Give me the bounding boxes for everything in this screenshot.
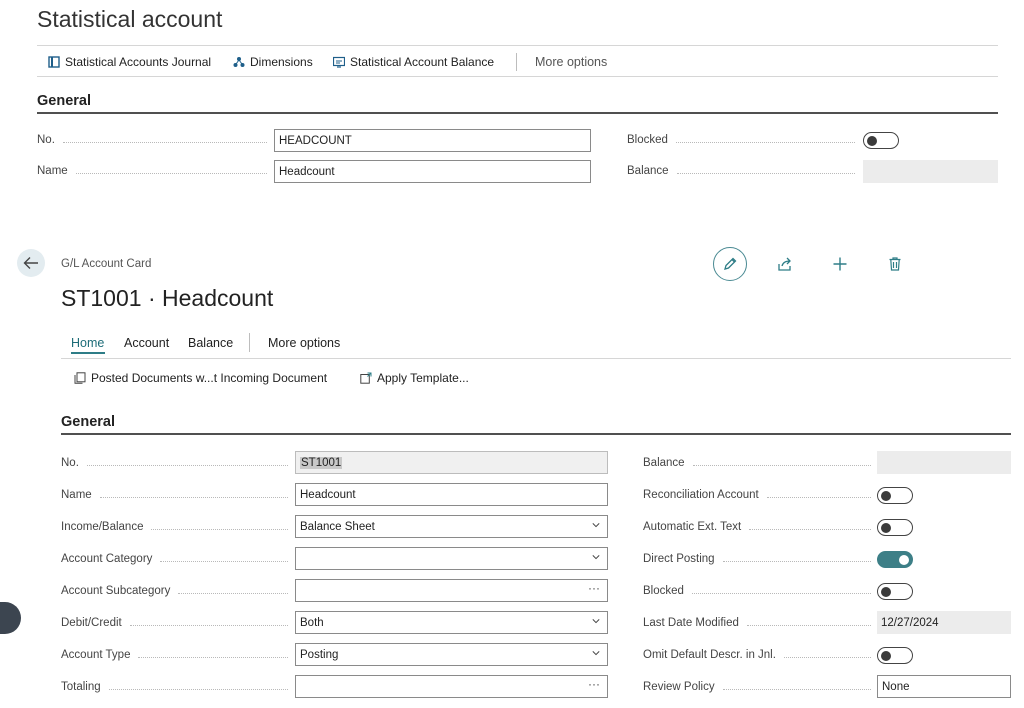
- name-label: Name: [37, 165, 267, 177]
- chevron-down-icon: [592, 651, 600, 656]
- review-policy-label: Review Policy: [643, 681, 871, 693]
- page-title: Statistical account: [37, 6, 223, 32]
- section-general: General: [37, 93, 91, 109]
- share-icon: [778, 257, 791, 271]
- balance-value: [877, 451, 1011, 474]
- dimensions-icon: [233, 57, 245, 67]
- account-subcategory-label: Account Subcategory: [61, 585, 288, 597]
- account-type-select[interactable]: Posting: [295, 643, 608, 666]
- reconciliation-account-toggle[interactable]: [877, 487, 913, 504]
- ellipsis-icon[interactable]: ···: [588, 677, 600, 691]
- card-section-general: General: [61, 414, 115, 430]
- card-more-options-button[interactable]: More options: [268, 336, 340, 350]
- section-divider: [37, 112, 998, 114]
- template-icon: [360, 372, 372, 384]
- income-balance-select[interactable]: Balance Sheet: [295, 515, 608, 538]
- divider: [61, 358, 1011, 359]
- tab-home[interactable]: Home: [71, 336, 104, 350]
- chevron-down-icon: [592, 555, 600, 560]
- totaling-label: Totaling: [61, 681, 288, 693]
- posted-documents-action[interactable]: Posted Documents w...t Incoming Document: [74, 371, 327, 385]
- side-panel-handle[interactable]: [0, 602, 21, 634]
- no-input[interactable]: HEADCOUNT: [274, 129, 591, 152]
- plus-icon: [833, 257, 847, 271]
- tab-home-indicator: [71, 352, 105, 354]
- pencil-icon: [724, 257, 737, 270]
- blocked-label: Blocked: [643, 585, 871, 597]
- no-label: No.: [37, 134, 267, 146]
- balance-icon: [333, 56, 345, 68]
- apply-template-action[interactable]: Apply Template...: [360, 371, 469, 385]
- balance-label: Balance: [627, 165, 855, 177]
- tab-account[interactable]: Account: [124, 336, 169, 350]
- last-date-modified-value: 12/27/2024: [877, 611, 1011, 634]
- totaling-input[interactable]: ···: [295, 675, 608, 698]
- direct-posting-label: Direct Posting: [643, 553, 871, 565]
- section-divider: [61, 433, 1011, 435]
- divider: [37, 45, 998, 46]
- account-category-label: Account Category: [61, 553, 288, 565]
- income-balance-label: Income/Balance: [61, 521, 288, 533]
- documents-icon: [74, 372, 86, 384]
- review-policy-select[interactable]: None: [877, 675, 1011, 698]
- breadcrumb: G/L Account Card: [61, 258, 152, 270]
- automatic-ext-text-toggle[interactable]: [877, 519, 913, 536]
- blocked-toggle[interactable]: [863, 132, 899, 149]
- debit-credit-label: Debit/Credit: [61, 617, 288, 629]
- edit-button[interactable]: [713, 247, 747, 281]
- name-label: Name: [61, 489, 288, 501]
- chevron-down-icon: [592, 619, 600, 624]
- no-input[interactable]: ST1001: [295, 451, 608, 474]
- share-button[interactable]: [776, 255, 794, 273]
- account-subcategory-input[interactable]: ···: [295, 579, 608, 602]
- name-input[interactable]: Headcount: [274, 160, 591, 183]
- dimensions-action[interactable]: Dimensions: [233, 55, 313, 69]
- statistical-account-balance-action[interactable]: Statistical Account Balance: [333, 55, 494, 69]
- omit-default-descr-label: Omit Default Descr. in Jnl.: [643, 649, 871, 661]
- automatic-ext-text-label: Automatic Ext. Text: [643, 521, 871, 533]
- balance-label: Balance: [643, 457, 871, 469]
- delete-button[interactable]: [886, 255, 904, 273]
- tab-balance[interactable]: Balance: [188, 336, 233, 350]
- account-type-label: Account Type: [61, 649, 288, 661]
- last-date-modified-label: Last Date Modified: [643, 617, 871, 629]
- ellipsis-icon[interactable]: ···: [588, 581, 600, 595]
- more-options-button[interactable]: More options: [535, 55, 607, 69]
- divider: [37, 76, 998, 77]
- name-input[interactable]: Headcount: [295, 483, 608, 506]
- action-separator: [516, 53, 517, 71]
- omit-default-descr-toggle[interactable]: [877, 647, 913, 664]
- card-title: ST1001 · Headcount: [61, 285, 274, 311]
- arrow-left-icon: [23, 257, 38, 269]
- trash-icon: [889, 257, 901, 271]
- direct-posting-toggle[interactable]: [877, 551, 913, 568]
- balance-value: [863, 160, 998, 183]
- chevron-down-icon: [592, 523, 600, 528]
- account-category-select[interactable]: [295, 547, 608, 570]
- journal-icon: [48, 56, 60, 68]
- new-button[interactable]: [831, 255, 849, 273]
- statistical-accounts-journal-action[interactable]: Statistical Accounts Journal: [48, 55, 211, 69]
- reconciliation-account-label: Reconciliation Account: [643, 489, 871, 501]
- back-button[interactable]: [17, 249, 45, 277]
- blocked-toggle[interactable]: [877, 583, 913, 600]
- blocked-label: Blocked: [627, 134, 855, 146]
- debit-credit-select[interactable]: Both: [295, 611, 608, 634]
- tab-separator: [249, 333, 250, 352]
- no-label: No.: [61, 457, 288, 469]
